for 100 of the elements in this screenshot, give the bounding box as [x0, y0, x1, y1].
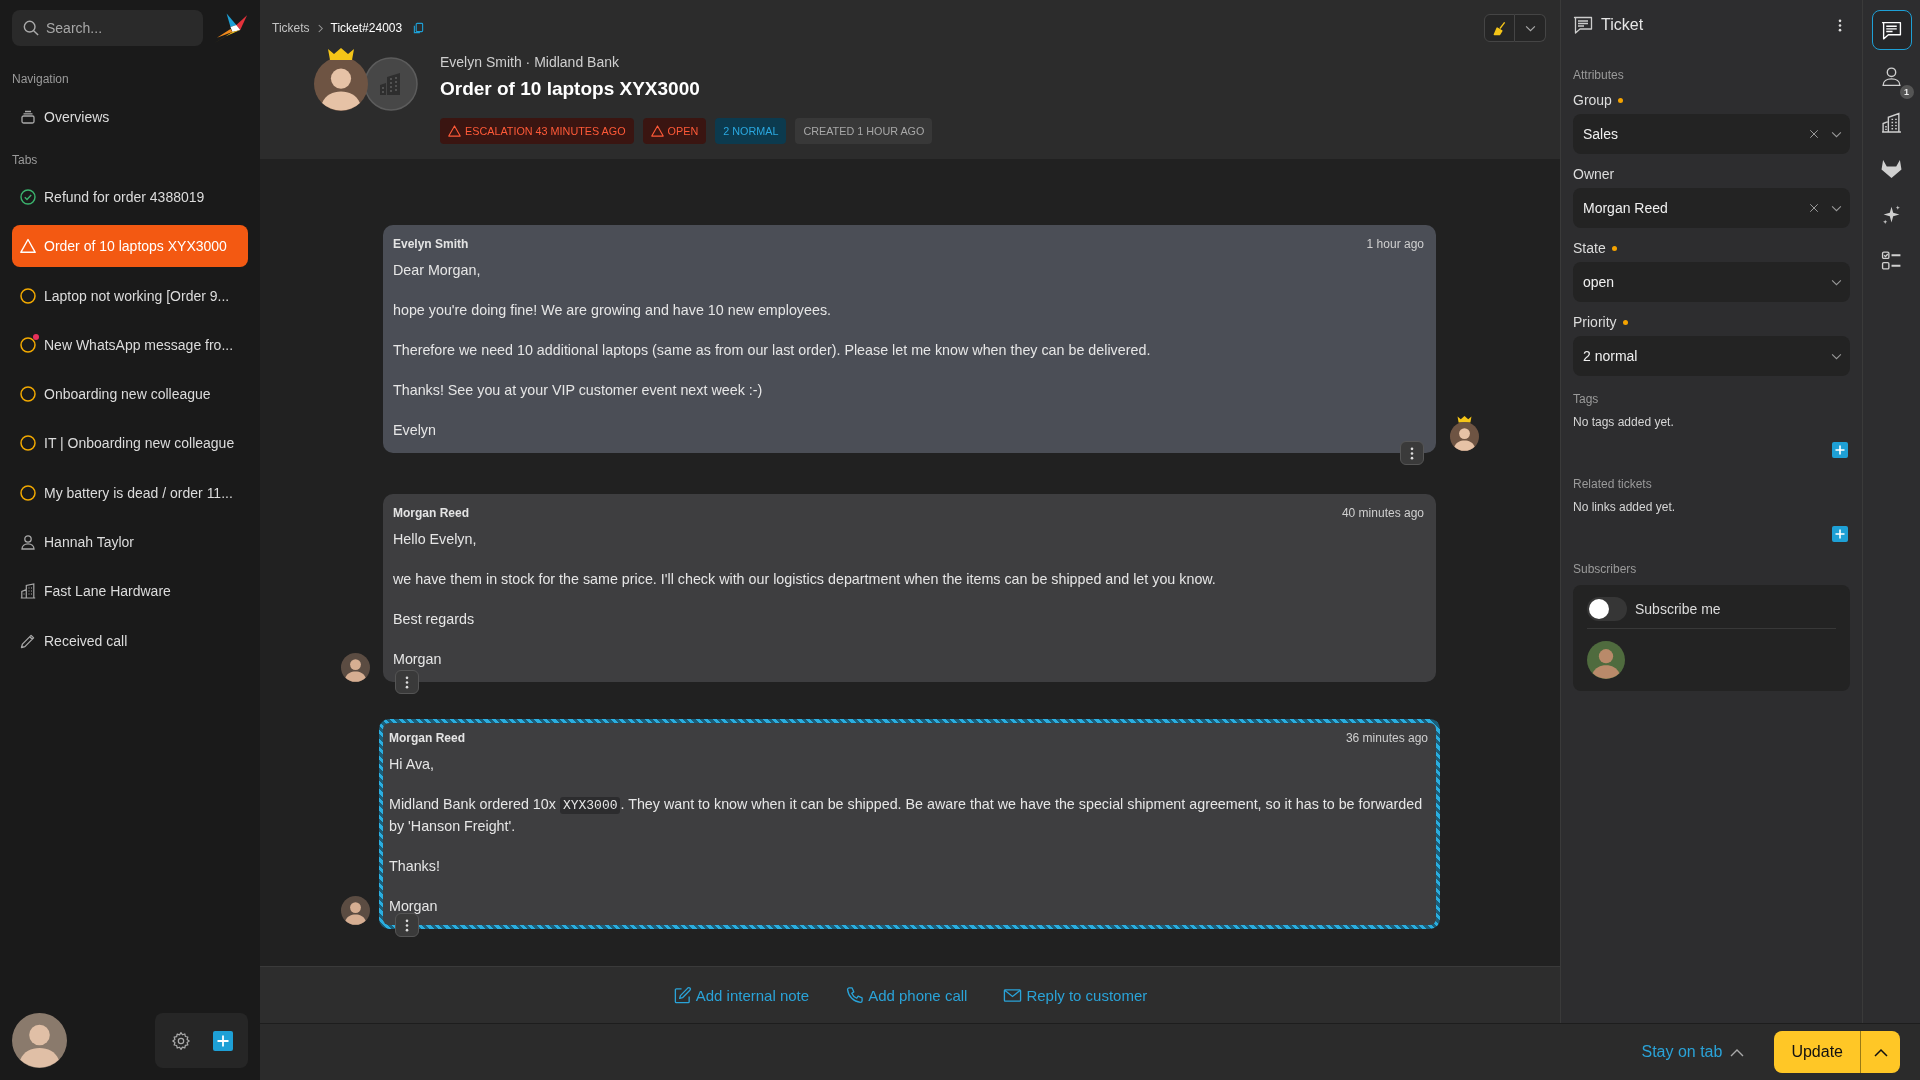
chevron-down-icon [1831, 204, 1842, 212]
panel-tab-button[interactable] [1871, 10, 1912, 50]
message-paragraph: Midland Bank ordered 10x XYX3000 . They want to know when it can be shipped. Be aware that we have the special shipment agreement, so it has to be forwarded by 'Hanson Freight'. [389, 795, 1424, 836]
building-icon [20, 583, 36, 600]
sidebar-tab[interactable]: New WhatsApp message fro... [12, 323, 248, 366]
message-menu-button[interactable] [1400, 441, 1424, 465]
stack-icon [20, 109, 36, 125]
sidebar-tab[interactable]: IT | Onboarding new colleague [12, 422, 248, 465]
kebab-icon [405, 675, 409, 689]
avatar-icon [340, 896, 370, 925]
ticket-title: Order of 10 laptops XYX3000 [440, 77, 701, 101]
field-label: State [1573, 239, 1606, 258]
panel-tab-button[interactable]: 1 [1871, 56, 1912, 96]
chat-icon [1573, 15, 1593, 35]
open-circle-icon [20, 435, 36, 452]
sidebar-tab[interactable]: Hannah Taylor [12, 521, 248, 564]
nav-item[interactable]: Overviews [12, 96, 248, 138]
person-icon [20, 534, 36, 551]
warning-icon [650, 125, 664, 137]
message-paragraph: Best regards [393, 610, 476, 629]
kebab-icon [405, 918, 409, 932]
update-menu-button[interactable] [1860, 1031, 1900, 1073]
chevron-up-icon [1730, 1047, 1745, 1057]
checklist-icon [1881, 249, 1902, 271]
sidebar-tab[interactable]: Laptop not working [Order 9... [12, 274, 248, 317]
warning-icon [20, 238, 36, 255]
internal-note-button[interactable]: Add internal note [672, 985, 810, 1005]
chevron-up-icon [1873, 1047, 1888, 1057]
add-icon[interactable] [212, 1030, 233, 1051]
clear-icon[interactable] [1809, 203, 1819, 213]
breadcrumb-link[interactable]: Tickets [272, 21, 310, 35]
state-text: OPEN [667, 125, 699, 137]
message-paragraph: Thanks! [389, 857, 441, 876]
chevron-down-icon [1831, 352, 1842, 360]
empty-message: No links added yet. [1573, 499, 1677, 516]
message-paragraph: Hi Ava, [389, 755, 436, 774]
message-paragraph: Hello Evelyn, [393, 530, 478, 549]
section-title: Related tickets [1573, 476, 1653, 493]
toggle-label: Subscribe me [1635, 601, 1721, 617]
author-name: Morgan Reed [389, 730, 465, 747]
customer-organization[interactable]: Evelyn Smith · Midland Bank [440, 52, 933, 72]
message-paragraph: Dear Morgan, [393, 261, 482, 280]
pencil-icon [20, 632, 36, 649]
kebab-icon [1410, 446, 1414, 460]
clear-icon[interactable] [1809, 129, 1819, 139]
chevron-down-icon [1524, 24, 1536, 32]
search-icon [23, 20, 39, 36]
message-paragraph: Morgan [393, 650, 443, 669]
settings-icon[interactable] [170, 1030, 191, 1051]
organization-avatar-icon [364, 57, 418, 111]
open-circle-icon [20, 287, 36, 304]
sidebar-tab[interactable]: My battery is dead / order 11... [12, 471, 248, 514]
copy-icon[interactable] [413, 22, 425, 34]
empty-message: No tags added yet. [1573, 414, 1675, 431]
count-badge: 1 [1899, 85, 1914, 99]
field-label: Owner [1573, 165, 1615, 184]
note-edit-icon [672, 985, 692, 1005]
message-paragraph: we have them in stock for the same price. I'll check with our logistics department when the items can be shipped and let you know. [393, 570, 1217, 589]
quick-action-button[interactable] [1484, 14, 1515, 42]
author-name: Morgan Reed [393, 505, 469, 522]
building-icon [1881, 111, 1902, 133]
toggle-switch[interactable] [1587, 597, 1627, 621]
avatar-icon[interactable] [12, 1013, 67, 1068]
sidebar-tab[interactable]: Onboarding new colleague [12, 373, 248, 416]
phone-call-button[interactable]: Add phone call [845, 985, 968, 1005]
select-field[interactable]: 2 normal [1573, 336, 1850, 376]
reply-button[interactable]: Reply to customer [1003, 985, 1148, 1005]
sparkle-icon [1881, 203, 1902, 225]
search-field[interactable]: Search... [12, 10, 203, 46]
select-field[interactable]: Morgan Reed [1573, 188, 1850, 228]
section-title: Tags [1573, 391, 1600, 408]
section-title: Subscribers [1573, 561, 1638, 578]
select-field[interactable]: Sales [1573, 114, 1850, 154]
breadcrumb-link[interactable]: Ticket#24003 [330, 21, 403, 35]
message-menu-button[interactable] [395, 913, 419, 937]
avatar-icon [1449, 422, 1479, 451]
sidebar-tab[interactable]: Fast Lane Hardware [12, 570, 248, 613]
field-label: Group [1573, 91, 1612, 110]
message-paragraph: Therefore we need 10 additional laptops (same as from our last order). Please let me know when they can be delivered. [393, 341, 1152, 360]
warning-icon [448, 125, 461, 137]
stay-on-tab-button[interactable]: Stay on tab [1641, 1043, 1745, 1061]
chevron-down-icon [1831, 278, 1842, 286]
avatar-icon [314, 57, 368, 111]
phone-icon [845, 985, 865, 1005]
person-icon [1881, 65, 1902, 87]
open-circle-icon [20, 484, 36, 501]
message-paragraph: Morgan [389, 897, 439, 916]
message-time: 1 hour ago [1366, 236, 1424, 253]
update-button[interactable]: Update [1774, 1031, 1860, 1073]
sidebar-tab[interactable]: Refund for order 4388019 [12, 176, 248, 218]
message-time: 36 minutes ago [1345, 730, 1428, 747]
message-menu-button[interactable] [395, 670, 419, 694]
kebab-menu-icon[interactable] [1838, 18, 1842, 32]
avatar-icon [1587, 641, 1625, 679]
avatar-icon [340, 653, 370, 682]
sidebar-tab[interactable]: Received call [12, 619, 248, 662]
select-field[interactable]: open [1573, 262, 1850, 302]
message-paragraph: hope you're doing fine! We are growing and have 10 new employees. [393, 301, 832, 320]
message-time: 40 minutes ago [1341, 505, 1424, 522]
section-title: Tabs [12, 152, 39, 169]
